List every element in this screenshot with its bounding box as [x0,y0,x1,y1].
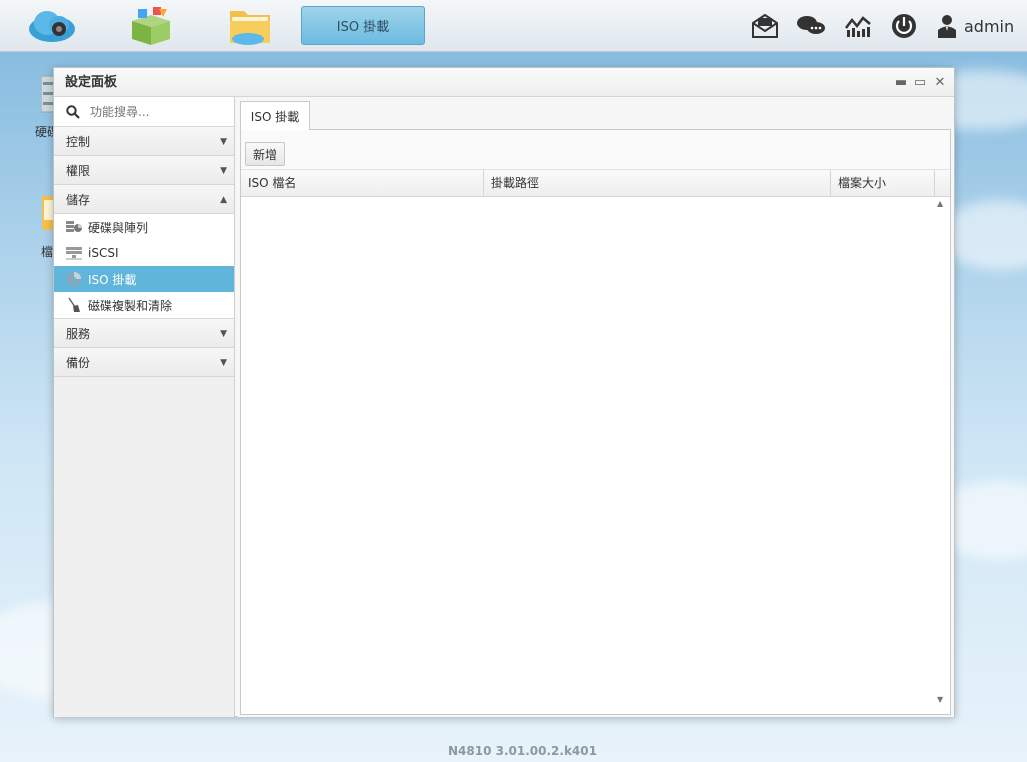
chevron-down-icon: ▼ [220,137,227,147]
tab-iso-mount[interactable]: ISO 掛載 [240,101,310,130]
sidebar-item-label: 磁碟複製和清除 [88,298,173,313]
search-box [54,97,234,127]
chat-icon[interactable] [795,10,827,42]
iso-mount-panel: 新增 ISO 檔名 掛載路徑 檔案大小 ▲ ▼ [240,129,951,715]
toolbar: 新增 [241,130,950,170]
category-service[interactable]: 服務 ▼ [54,319,234,348]
user-menu[interactable]: admin [936,10,1016,42]
active-app-button[interactable]: ISO 掛載 [301,6,425,45]
sidebar-item-label: 硬碟與陣列 [88,220,149,235]
sidebar-item-disk-clone[interactable]: 磁碟複製和清除 [54,292,234,318]
main-content: ISO 掛載 新增 ISO 檔名 掛載路徑 檔案大小 ▲ ▼ [237,97,954,717]
category-label: 權限 [66,163,91,178]
settings-window: 設定面板 ▬ ▭ ✕ 控制 ▼ 權限 ▼ 儲存 ▲ [53,67,955,717]
category-control[interactable]: 控制 ▼ [54,127,234,156]
disk-array-icon [66,219,82,235]
chevron-down-icon: ▼ [220,358,227,368]
column-header-iso-name[interactable]: ISO 檔名 [241,170,484,197]
table-header: ISO 檔名 掛載路徑 檔案大小 [241,170,950,197]
sidebar-item-iscsi[interactable]: iSCSI [54,240,234,266]
chevron-down-icon: ▼ [220,166,227,176]
scroll-up-icon[interactable]: ▲ [937,199,943,208]
folder-icon[interactable] [224,4,276,48]
sidebar-item-disk-array[interactable]: 硬碟與陣列 [54,214,234,240]
add-button[interactable]: 新增 [245,142,286,166]
category-label: 控制 [66,134,91,149]
category-label: 服務 [66,326,91,341]
scroll-down-icon[interactable]: ▼ [937,695,943,704]
app-box-icon[interactable] [125,4,177,48]
taskbar: ISO 掛載 admin [0,0,1027,52]
power-icon[interactable] [889,10,919,42]
mail-icon[interactable] [750,10,780,42]
maximize-button[interactable]: ▭ [913,74,927,90]
column-header-spacer [935,170,950,197]
username: admin [964,16,1015,36]
category-backup[interactable]: 備份 ▼ [54,348,234,377]
sidebar-item-iso-mount[interactable]: ISO 掛載 [54,266,234,292]
storage-submenu: 硬碟與陣列 iSCSI ISO 掛載 磁碟複製和清除 [54,214,234,319]
category-permission[interactable]: 權限 ▼ [54,156,234,185]
chevron-down-icon: ▼ [220,329,227,339]
monitor-icon[interactable] [843,10,873,42]
chevron-up-icon: ▲ [220,195,227,205]
close-button[interactable]: ✕ [933,74,947,90]
vertical-scrollbar[interactable]: ▲ ▼ [934,197,950,714]
broom-icon [66,297,82,313]
column-header-file-size[interactable]: 檔案大小 [831,170,935,197]
category-storage[interactable]: 儲存 ▲ [54,185,234,214]
iso-disc-icon [66,271,82,287]
category-label: 備份 [66,355,91,370]
sidebar-item-label: iSCSI [88,246,119,260]
category-label: 儲存 [66,192,91,207]
firmware-version: N4810 3.01.00.2.k401 [448,744,597,758]
sidebar-item-label: ISO 掛載 [88,272,137,287]
window-title: 設定面板 [54,68,954,97]
minimize-button[interactable]: ▬ [894,74,908,90]
desktop-folder-label: 檔 [41,245,54,259]
user-icon [938,15,956,38]
column-header-mount-path[interactable]: 掛載路徑 [484,170,831,197]
cloud-app-icon[interactable] [26,4,78,48]
search-icon [66,104,80,119]
iscsi-icon [66,245,82,261]
settings-sidebar: 控制 ▼ 權限 ▼ 儲存 ▲ 硬碟與陣列 [54,97,235,717]
search-input[interactable] [90,104,230,119]
